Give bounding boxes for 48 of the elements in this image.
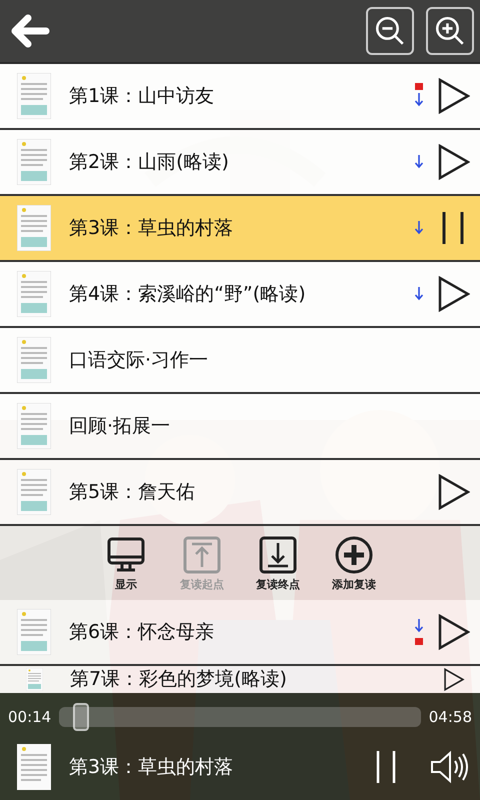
play-icon[interactable] bbox=[438, 78, 470, 114]
zoom-in-button[interactable] bbox=[426, 7, 474, 55]
play-icon[interactable] bbox=[438, 474, 470, 510]
lesson-row[interactable]: 口语交际·习作一 bbox=[0, 328, 480, 394]
pause-icon[interactable] bbox=[374, 749, 398, 785]
toolbar-button[interactable]: 添加复读 bbox=[326, 534, 382, 592]
lesson-title: 第5课：詹天佑 bbox=[69, 480, 196, 505]
lesson-row[interactable]: 第7课：彩色的梦境(略读) bbox=[0, 666, 480, 693]
toolbar-button[interactable]: 复读终点 bbox=[250, 534, 306, 592]
progress-handle[interactable] bbox=[72, 703, 89, 731]
lesson-row[interactable]: 回顾·拓展一 bbox=[0, 394, 480, 460]
toolbar-button[interactable]: 显示 bbox=[98, 534, 154, 592]
play-icon[interactable] bbox=[438, 614, 470, 650]
lesson-title: 口语交际·习作一 bbox=[69, 348, 210, 373]
lesson-row[interactable]: 第1课：山中访友 bbox=[0, 64, 480, 130]
download-icon bbox=[258, 534, 298, 574]
page-thumbnail-icon bbox=[17, 139, 51, 185]
page-thumbnail-icon bbox=[17, 403, 51, 449]
lesson-row[interactable]: 第2课：山雨(略读) bbox=[0, 130, 480, 196]
monitor-icon bbox=[106, 534, 146, 574]
lesson-title: 第6课：怀念母亲 bbox=[69, 620, 216, 645]
speaker-icon[interactable] bbox=[430, 749, 470, 785]
play-icon[interactable] bbox=[438, 276, 470, 312]
page-thumbnail-icon bbox=[17, 271, 51, 317]
total-time: 04:58 bbox=[428, 708, 472, 726]
elapsed-time: 00:14 bbox=[8, 708, 52, 726]
lesson-row[interactable]: 第5课：詹天佑 bbox=[0, 460, 480, 526]
page-thumbnail-icon bbox=[26, 668, 43, 691]
lesson-title: 第4课：索溪峪的“野”(略读) bbox=[69, 282, 307, 307]
page-thumbnail-icon bbox=[17, 609, 51, 655]
zoom-out-button[interactable] bbox=[366, 7, 414, 55]
add-icon bbox=[334, 534, 374, 574]
back-arrow-icon[interactable] bbox=[10, 14, 50, 48]
now-playing-title: 第3课：草虫的村落 bbox=[69, 755, 234, 780]
page-thumbnail-icon bbox=[17, 205, 51, 251]
page-thumbnail-icon bbox=[17, 744, 51, 790]
play-icon[interactable] bbox=[438, 144, 470, 180]
lesson-title: 第7课：彩色的梦境(略读) bbox=[70, 668, 288, 690]
lesson-title: 第1课：山中访友 bbox=[69, 84, 216, 109]
lesson-title: 回顾·拓展一 bbox=[69, 414, 172, 439]
lesson-row[interactable]: 第3课：草虫的村落 bbox=[0, 196, 480, 262]
lesson-row[interactable]: 第4课：索溪峪的“野”(略读) bbox=[0, 262, 480, 328]
page-thumbnail-icon bbox=[17, 469, 51, 515]
lesson-title: 第3课：草虫的村落 bbox=[69, 216, 234, 241]
lesson-title: 第2课：山雨(略读) bbox=[69, 150, 230, 175]
lesson-row[interactable]: 第6课：怀念母亲 bbox=[0, 600, 480, 666]
page-thumbnail-icon bbox=[17, 73, 51, 119]
page-thumbnail-icon bbox=[17, 337, 51, 383]
